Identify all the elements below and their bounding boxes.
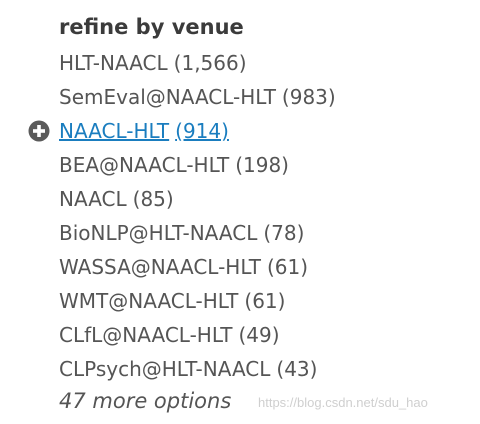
facet-item-label: CLfL@NAACL-HLT — [59, 323, 233, 347]
facet-item-count: (983) — [281, 85, 336, 109]
facet-item-count: (61) — [266, 255, 309, 279]
facet-item-count: (85) — [132, 187, 174, 211]
facet-item-text: SemEval@NAACL-HLT (983) — [59, 85, 336, 109]
more-options-link[interactable]: 47 more options — [59, 386, 231, 416]
facet-item-clpsych-hlt-naacl[interactable]: CLPsych@HLT-NAACL (43) — [0, 352, 480, 386]
facet-item-label: BEA@NAACL-HLT — [59, 153, 230, 177]
facet-item-label: SemEval@NAACL-HLT — [59, 85, 276, 109]
facet-item-naacl-hlt[interactable]: NAACL-HLT (914) — [0, 114, 480, 148]
facet-item-text: WASSA@NAACL-HLT (61) — [59, 255, 308, 279]
facet-item-text: CLfL@NAACL-HLT (49) — [59, 323, 280, 347]
watermark-text: https://blog.csdn.net/sdu_hao — [258, 395, 428, 410]
facet-item-text: BioNLP@HLT-NAACL (78) — [59, 221, 304, 245]
facet-item-text: HLT-NAACL (1,566) — [59, 51, 247, 75]
facet-item-hlt-naacl[interactable]: HLT-NAACL (1,566) — [0, 46, 480, 80]
facet-item-text: BEA@NAACL-HLT (198) — [59, 153, 289, 177]
venue-facet-list: HLT-NAACL (1,566) SemEval@NAACL-HLT (983) … — [0, 46, 480, 386]
facet-item-bionlp-hlt-naacl[interactable]: BioNLP@HLT-NAACL (78) — [0, 216, 480, 250]
facet-item-wassa-naacl-hlt[interactable]: WASSA@NAACL-HLT (61) — [0, 250, 480, 284]
facet-item-link[interactable]: NAACL-HLT (914) — [59, 119, 229, 143]
plus-circle-icon[interactable] — [28, 120, 50, 142]
facet-item-count: (43) — [276, 357, 318, 381]
facet-item-label: WMT@NAACL-HLT — [59, 289, 239, 313]
facet-item-label: HLT-NAACL — [59, 51, 168, 75]
facet-item-naacl[interactable]: NAACL (85) — [0, 182, 480, 216]
facet-item-label: NAACL-HLT — [59, 119, 170, 143]
facet-item-count: (1,566) — [173, 51, 247, 75]
facet-item-count: (914) — [175, 119, 229, 143]
venue-refine-panel: refine by venue HLT-NAACL (1,566) SemEval… — [0, 0, 480, 424]
facet-item-wmt-naacl-hlt[interactable]: WMT@NAACL-HLT (61) — [0, 284, 480, 318]
facet-item-clfl-naacl-hlt[interactable]: CLfL@NAACL-HLT (49) — [0, 318, 480, 352]
facet-item-count: (61) — [244, 289, 286, 313]
facet-item-semeval-naacl-hlt[interactable]: SemEval@NAACL-HLT (983) — [0, 80, 480, 114]
facet-item-text: CLPsych@HLT-NAACL (43) — [59, 357, 317, 381]
facet-item-text: WMT@NAACL-HLT (61) — [59, 289, 285, 313]
facet-item-count: (198) — [235, 153, 289, 177]
facet-item-text: NAACL (85) — [59, 187, 174, 211]
facet-item-bea-naacl-hlt[interactable]: BEA@NAACL-HLT (198) — [0, 148, 480, 182]
facet-item-count: (49) — [238, 323, 280, 347]
facet-item-label: WASSA@NAACL-HLT — [59, 255, 261, 279]
facet-item-count: (78) — [263, 221, 305, 245]
facet-item-label: CLPsych@HLT-NAACL — [59, 357, 271, 381]
facet-item-label: NAACL — [59, 187, 127, 211]
facet-item-label: BioNLP@HLT-NAACL — [59, 221, 258, 245]
facet-heading: refine by venue — [59, 15, 244, 39]
